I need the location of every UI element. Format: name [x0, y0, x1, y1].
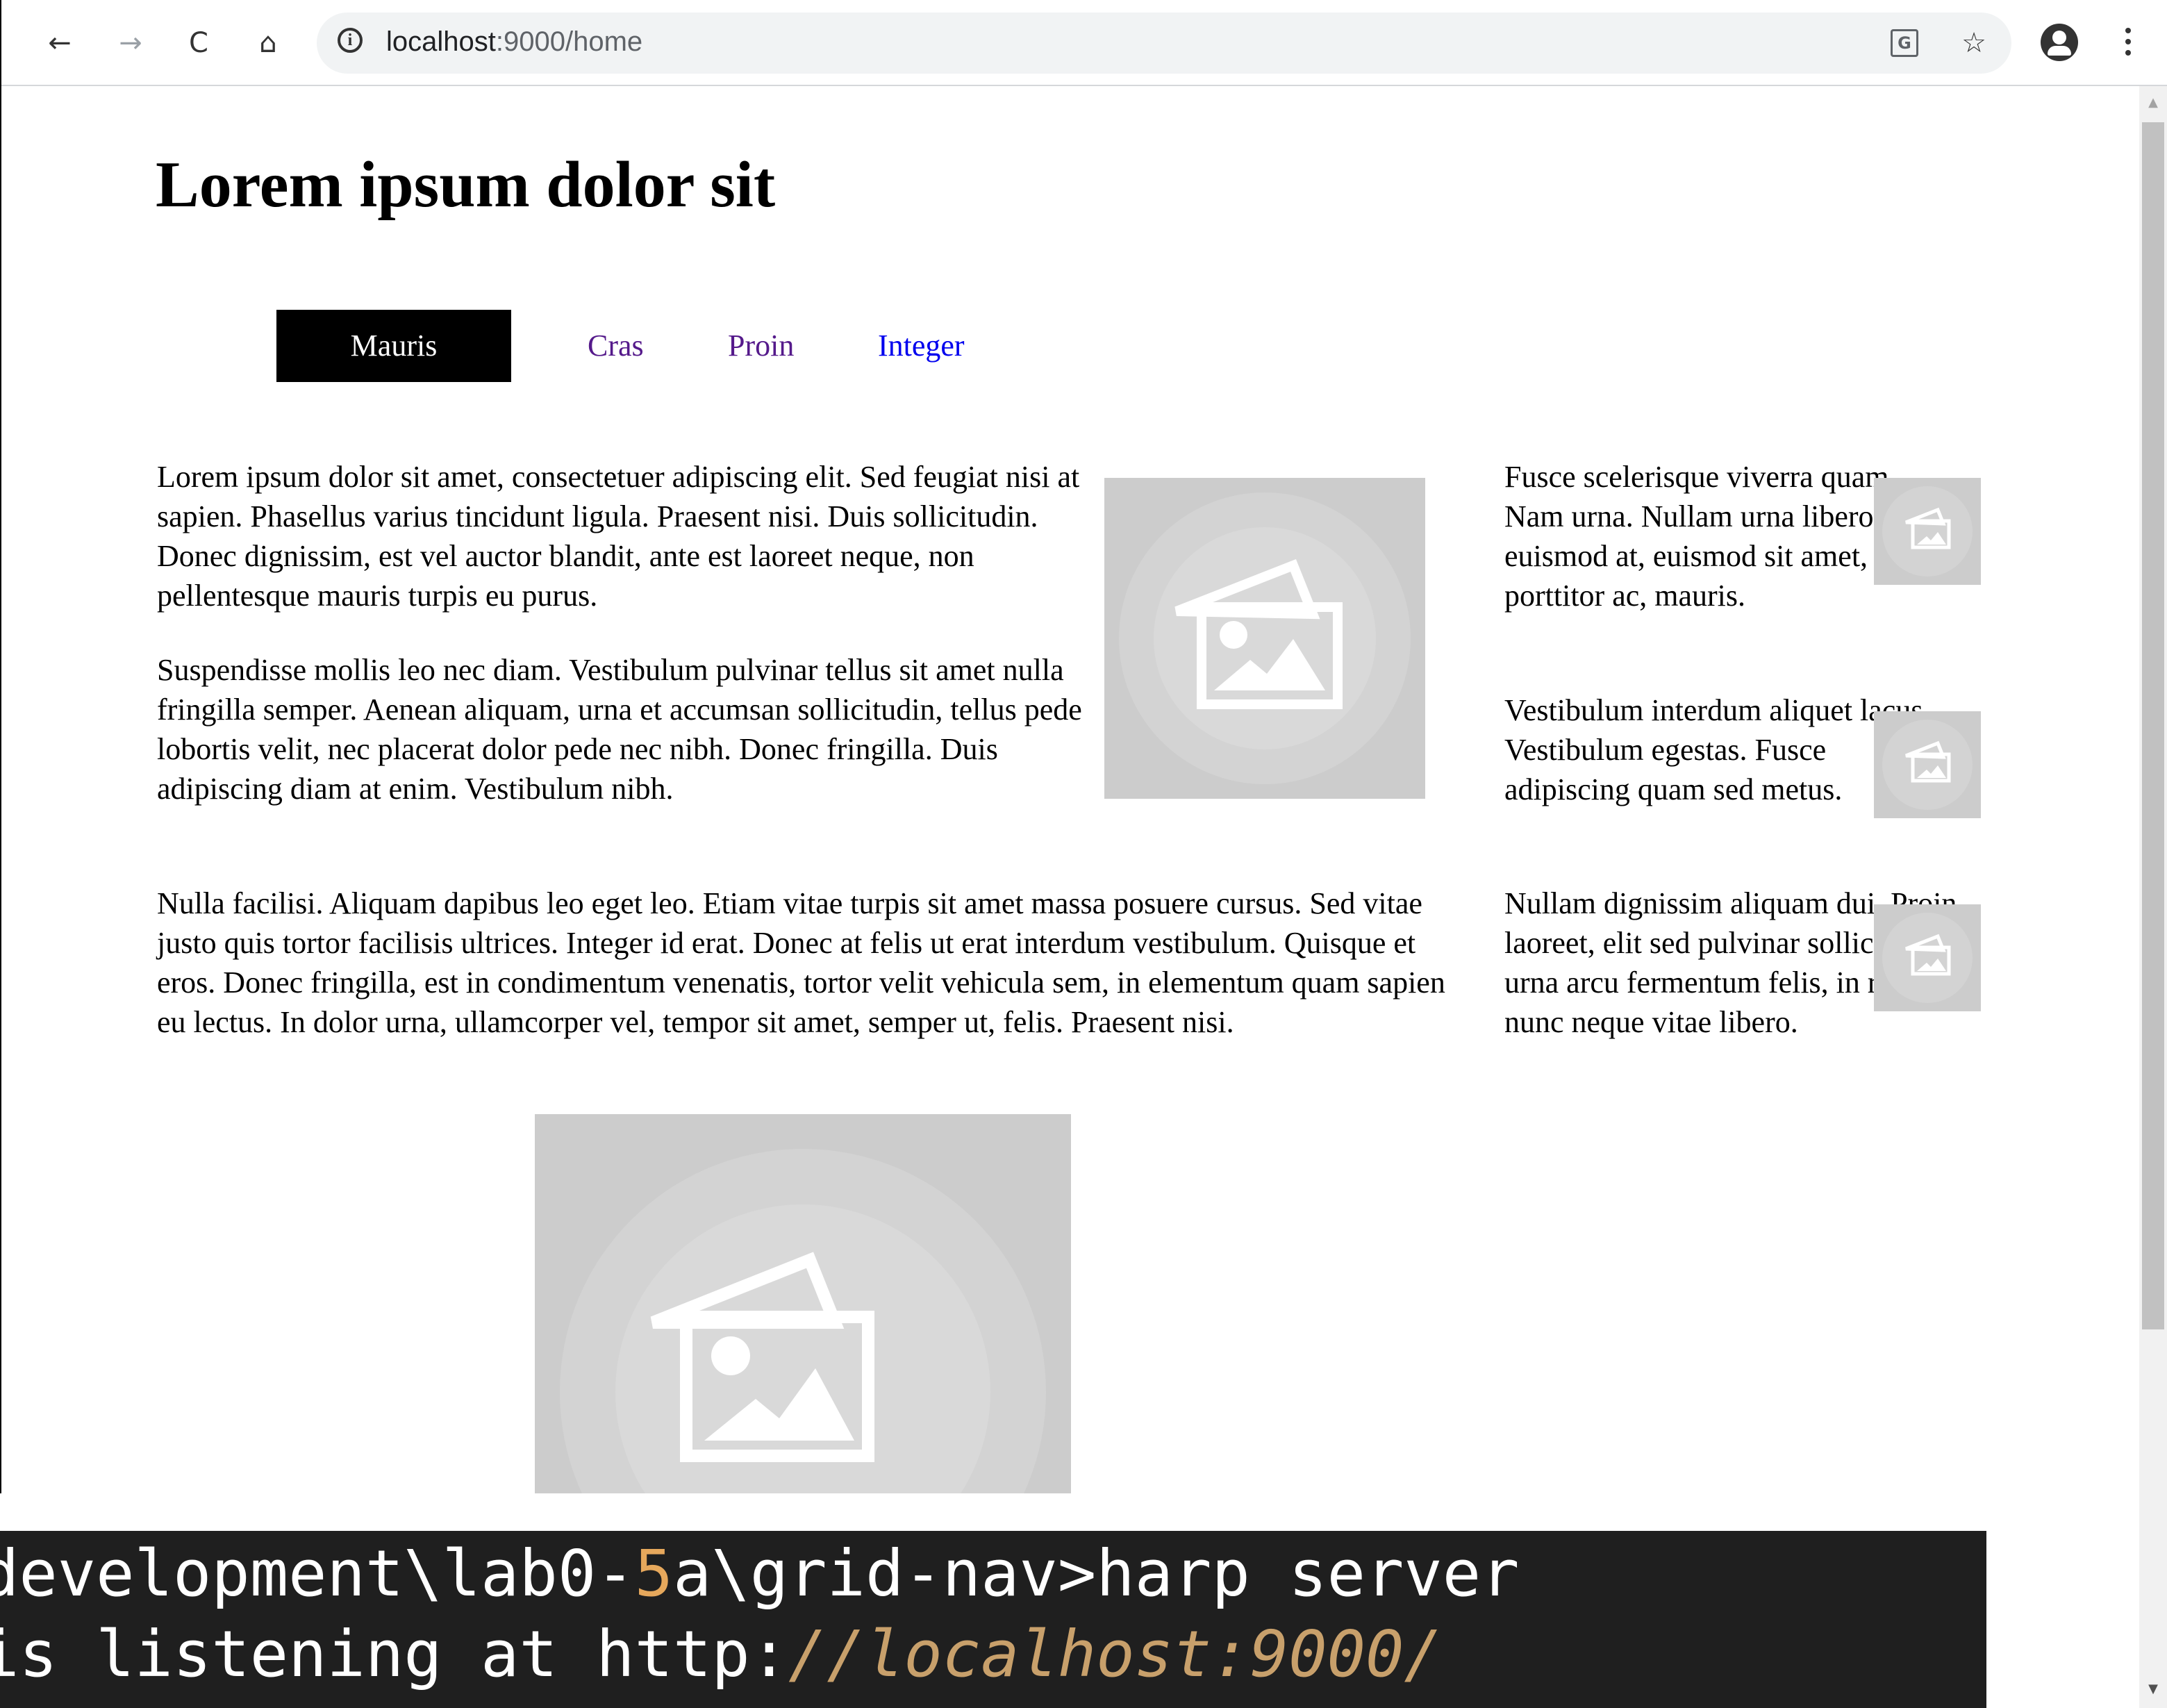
main-paragraph-2: Suspendisse mollis leo nec diam. Vestibu… [157, 653, 1082, 806]
page-title: Lorem ipsum dolor sit [156, 149, 776, 221]
translate-icon[interactable]: G [1891, 29, 1918, 57]
thumbnail-image-icon [1874, 478, 1981, 585]
main-paragraph-3: Nulla facilisi. Aliquam dapibus leo eget… [157, 886, 1445, 1039]
nav-item-cras[interactable]: Cras [588, 310, 644, 382]
scrollbar-thumb[interactable] [2142, 122, 2164, 1329]
star-icon[interactable]: ☆ [1956, 25, 1992, 61]
terminal-window: development\lab0-5a\grid-nav>harp server… [0, 1531, 1986, 1708]
thumbnail-image-icon [1874, 711, 1981, 818]
scroll-up-icon[interactable]: ▲ [2139, 89, 2167, 117]
image-placeholder-icon [535, 1114, 1071, 1493]
more-menu-icon[interactable] [2120, 21, 2136, 63]
nav-item-mauris[interactable]: Mauris [276, 310, 511, 382]
page-content: Lorem ipsum dolor sit Mauris Cras Proin … [1, 86, 2141, 1493]
account-icon[interactable] [2041, 24, 2078, 61]
main-paragraph-1: Lorem ipsum dolor sit amet, consectetuer… [157, 460, 1080, 613]
info-icon[interactable]: i [338, 28, 363, 53]
terminal-command-line: development\lab0-5a\grid-nav>harp server [0, 1536, 1520, 1611]
forward-icon[interactable]: → [111, 24, 150, 63]
url-text[interactable]: localhost:9000/home [386, 26, 642, 58]
url-host: localhost [386, 26, 496, 57]
nav-item-integer[interactable]: Integer [878, 310, 965, 382]
nav-item-proin[interactable]: Proin [728, 310, 794, 382]
back-icon[interactable]: ← [40, 24, 79, 63]
scroll-down-icon[interactable]: ▼ [2139, 1675, 2167, 1703]
address-bar[interactable]: i localhost:9000/home G ☆ [317, 13, 2011, 74]
browser-toolbar: ← → C ⌂ i localhost:9000/home G ☆ [1, 0, 2167, 86]
url-path: :9000/home [495, 26, 643, 57]
image-placeholder-icon [1104, 478, 1425, 799]
browser-window: ← → C ⌂ i localhost:9000/home G ☆ Lorem … [0, 0, 2167, 1493]
thumbnail-image-icon [1874, 904, 1981, 1011]
terminal-output-line: is listening at http://localhost:9000/ [0, 1617, 1443, 1691]
reload-icon[interactable]: C [179, 24, 218, 63]
home-icon[interactable]: ⌂ [249, 24, 288, 63]
